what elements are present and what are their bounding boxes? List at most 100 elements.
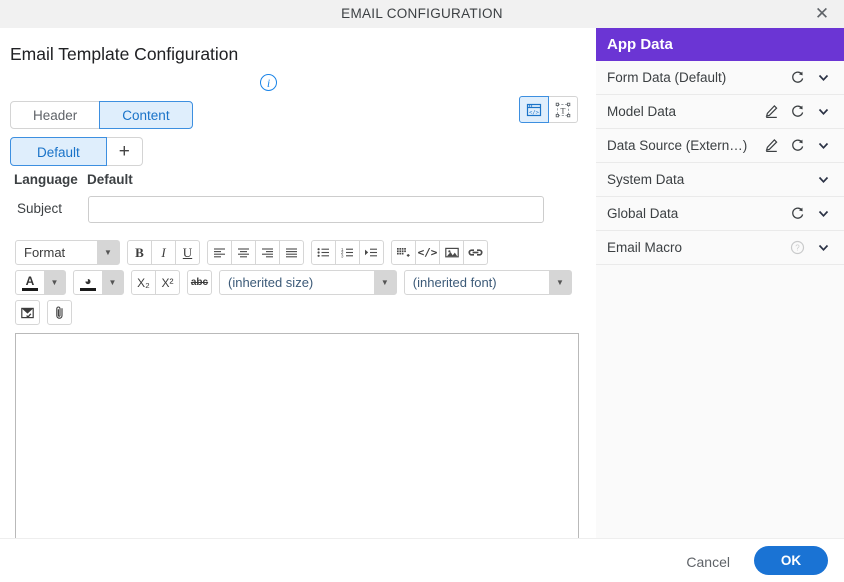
- app-data-row-label: Data Source (Extern…): [607, 138, 748, 153]
- add-language-button[interactable]: +: [106, 137, 143, 166]
- rich-text-editor-toolbar: Format ▼ B I U 1 2 3 </> A ▼ ◕ ▼ X₂ X² a…: [15, 240, 579, 330]
- svg-text:</>: </>: [529, 110, 540, 116]
- app-data-row-form-data[interactable]: Form Data (Default): [596, 61, 844, 95]
- svg-text:T: T: [561, 106, 566, 115]
- subject-input[interactable]: [88, 196, 544, 223]
- insert-image-icon[interactable]: [439, 240, 464, 265]
- app-data-row-system-data[interactable]: System Data: [596, 163, 844, 197]
- cancel-button[interactable]: Cancel: [678, 550, 738, 574]
- align-center-icon[interactable]: [231, 240, 256, 265]
- close-icon[interactable]: ✕: [810, 3, 834, 25]
- ok-button[interactable]: OK: [754, 546, 828, 575]
- edit-pencil-icon[interactable]: [758, 104, 784, 119]
- paint-drop-icon: ◕: [74, 271, 102, 294]
- toolbar-row-2: A ▼ ◕ ▼ X₂ X² abc (inherited size) ▼ (in…: [15, 270, 579, 295]
- left-pane: Email Template Configuration i Header Co…: [0, 28, 597, 551]
- format-select[interactable]: Format ▼: [15, 240, 120, 265]
- font-family-select-value: (inherited font): [412, 275, 497, 290]
- text-color-icon: A: [16, 271, 44, 294]
- indent-icon[interactable]: [359, 240, 384, 265]
- section-tabs: Header Content: [10, 101, 193, 129]
- alignment-group: [207, 240, 304, 265]
- text-style-group: B I U: [127, 240, 200, 265]
- app-data-row-label: Model Data: [607, 104, 677, 119]
- language-chip-default[interactable]: Default: [10, 137, 107, 166]
- numbered-list-icon[interactable]: 123: [335, 240, 360, 265]
- insert-group: </>: [391, 240, 488, 265]
- app-data-row-label: Email Macro: [607, 240, 683, 255]
- bold-icon[interactable]: B: [127, 240, 152, 265]
- align-left-icon[interactable]: [207, 240, 232, 265]
- strikethrough-icon[interactable]: abc: [187, 270, 212, 295]
- attachment-icon[interactable]: [47, 300, 72, 325]
- font-size-select[interactable]: (inherited size) ▼: [219, 270, 397, 295]
- font-family-select[interactable]: (inherited font) ▼: [403, 270, 572, 295]
- app-data-row-label: Form Data (Default): [607, 70, 727, 85]
- dialog-footer: Cancel OK: [0, 538, 844, 582]
- superscript-icon[interactable]: X²: [155, 270, 180, 295]
- bulleted-list-icon[interactable]: [311, 240, 336, 265]
- chevron-down-icon: ▼: [549, 271, 571, 294]
- background-color-button[interactable]: ◕ ▼: [73, 270, 124, 295]
- chevron-down-icon[interactable]: [810, 206, 836, 221]
- svg-text:?: ?: [795, 244, 800, 253]
- font-size-select-value: (inherited size): [228, 275, 314, 290]
- app-data-row-global-data[interactable]: Global Data: [596, 197, 844, 231]
- strikethrough-group: abc: [187, 270, 212, 295]
- script-group: X₂ X²: [131, 270, 180, 295]
- editor-mode-toggle: </> T: [519, 96, 578, 123]
- subject-label: Subject: [17, 201, 63, 216]
- chevron-down-icon: ▼: [97, 241, 119, 264]
- app-data-panel: App Data Form Data (Default) Model Data: [596, 28, 844, 538]
- list-group: 123: [311, 240, 384, 265]
- chevron-down-icon[interactable]: [810, 172, 836, 187]
- chevron-down-icon[interactable]: ▼: [102, 271, 123, 294]
- app-data-row-email-macro[interactable]: Email Macro ?: [596, 231, 844, 265]
- align-right-icon[interactable]: [255, 240, 280, 265]
- dialog-titlebar: EMAIL CONFIGURATION ✕: [0, 0, 844, 29]
- italic-icon[interactable]: I: [151, 240, 176, 265]
- chevron-down-icon[interactable]: ▼: [44, 271, 65, 294]
- email-template-icon[interactable]: [15, 300, 40, 325]
- edit-pencil-icon[interactable]: [758, 138, 784, 153]
- dialog-title: EMAIL CONFIGURATION: [341, 6, 503, 21]
- format-select-value: Format: [24, 245, 66, 260]
- align-justify-icon[interactable]: [279, 240, 304, 265]
- chevron-down-icon[interactable]: [810, 138, 836, 153]
- chevron-down-icon[interactable]: [810, 104, 836, 119]
- svg-text:3: 3: [341, 253, 344, 258]
- app-data-row-label: Global Data: [607, 206, 679, 221]
- insert-table-icon[interactable]: [391, 240, 416, 265]
- refresh-icon[interactable]: [784, 206, 810, 221]
- info-icon[interactable]: i: [260, 74, 277, 91]
- source-code-icon[interactable]: </>: [415, 240, 440, 265]
- tab-content[interactable]: Content: [99, 101, 193, 129]
- text-color-button[interactable]: A ▼: [15, 270, 66, 295]
- refresh-icon[interactable]: [784, 138, 810, 153]
- app-data-row-data-source[interactable]: Data Source (Extern…): [596, 129, 844, 163]
- email-template-group: [15, 300, 40, 325]
- chevron-down-icon[interactable]: [810, 240, 836, 255]
- language-value: Default: [87, 172, 133, 187]
- attachment-group: [47, 300, 72, 325]
- source-code-view-icon[interactable]: </>: [519, 96, 549, 123]
- app-data-row-model-data[interactable]: Model Data: [596, 95, 844, 129]
- insert-link-icon[interactable]: [463, 240, 488, 265]
- refresh-icon[interactable]: [784, 104, 810, 119]
- chevron-down-icon[interactable]: [810, 70, 836, 85]
- app-data-header: App Data: [596, 28, 844, 61]
- tab-header[interactable]: Header: [10, 101, 101, 129]
- editor-body[interactable]: [15, 333, 579, 551]
- underline-icon[interactable]: U: [175, 240, 200, 265]
- plain-text-view-icon[interactable]: T: [548, 96, 578, 123]
- subscript-icon[interactable]: X₂: [131, 270, 156, 295]
- email-configuration-dialog: EMAIL CONFIGURATION ✕ Email Template Con…: [0, 0, 844, 582]
- toolbar-row-1: Format ▼ B I U 1 2 3 </>: [15, 240, 579, 265]
- app-data-row-label: System Data: [607, 172, 685, 187]
- toolbar-row-3: [15, 300, 579, 325]
- page-title: Email Template Configuration: [10, 44, 239, 64]
- language-label: Language: [14, 172, 78, 187]
- chevron-down-icon: ▼: [373, 271, 396, 294]
- refresh-icon[interactable]: [784, 70, 810, 85]
- help-icon[interactable]: ?: [784, 240, 810, 255]
